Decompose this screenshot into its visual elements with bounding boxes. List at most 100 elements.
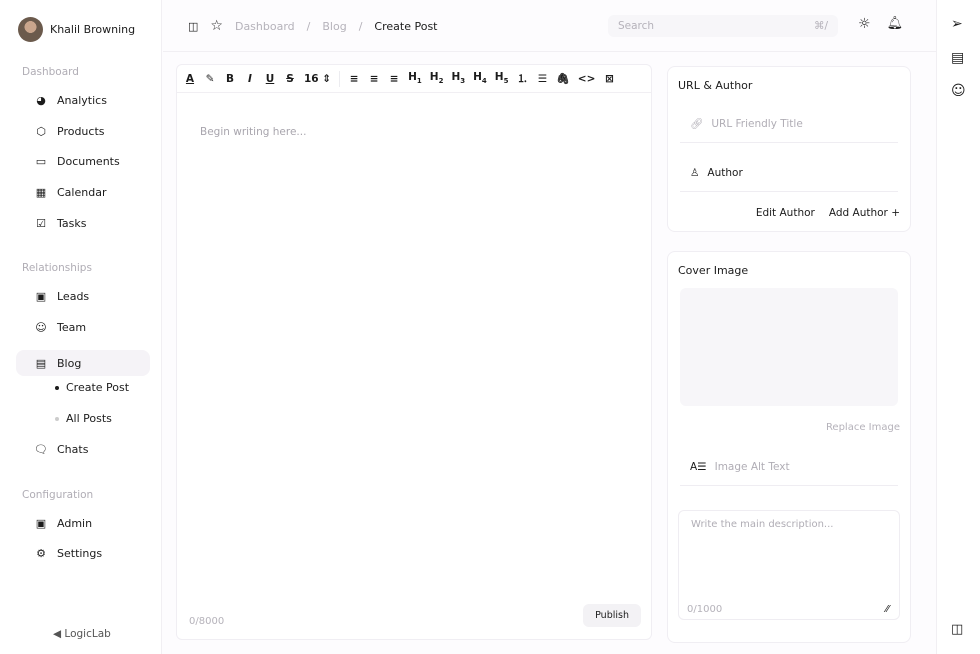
users-icon[interactable]: ☺ <box>951 83 966 99</box>
label: Calendar <box>57 186 106 199</box>
sidebar-subitem-create-post[interactable]: Create Post <box>55 381 129 394</box>
bullet-icon <box>55 386 59 390</box>
sun-icon[interactable]: ☼ <box>858 16 871 32</box>
sidebar-item-team[interactable]: ☺Team <box>34 320 86 334</box>
sidebar-item-analytics[interactable]: ◕Analytics <box>34 93 107 107</box>
heading-4-icon[interactable]: H4 <box>473 71 487 85</box>
strikethrough-icon[interactable]: S <box>284 73 296 85</box>
description-count: 0/1000 <box>687 604 722 615</box>
sidebar-item-calendar[interactable]: ▦ Calendar <box>34 185 106 199</box>
underline-icon[interactable]: U <box>264 73 276 85</box>
calendar-icon: ▦ <box>34 185 48 199</box>
editor-body[interactable]: Begin writing here... <box>200 126 306 138</box>
sidebar-item-leads[interactable]: ▣ Leads <box>34 289 89 303</box>
section-relationships: Relationships <box>22 262 92 274</box>
heading-5-icon[interactable]: H5 <box>495 71 509 85</box>
sidebar-item-chats[interactable]: 🗨 Chats <box>34 442 88 456</box>
user-profile[interactable]: Khalil Browning <box>18 17 135 42</box>
sidebar-item-products[interactable]: ⬡Products <box>34 124 105 138</box>
breadcrumb-blog[interactable]: Blog <box>322 20 346 33</box>
breadcrumb-dashboard[interactable]: Dashboard <box>235 20 295 33</box>
divider <box>339 71 340 87</box>
id-card-icon: ▣ <box>34 516 48 530</box>
sidebar-toggle-icon[interactable]: ◫ <box>188 20 198 33</box>
publish-button[interactable]: Publish <box>583 604 641 627</box>
send-icon[interactable]: ➢ <box>951 16 963 32</box>
label: Chats <box>57 443 88 456</box>
right-rail: ➢ ▤ ☺ ◫ <box>936 0 980 654</box>
brand-logo[interactable]: ◀ LogicLab <box>53 628 111 640</box>
editor-toolbar: A ✎ B I U S 16 ⇕ ≡ ≡ ≡ H1 H2 H3 H4 H5 ⒈ … <box>177 65 651 93</box>
card-title: Cover Image <box>678 264 748 277</box>
font-size-value: 16 <box>304 73 319 85</box>
label: Admin <box>57 517 92 530</box>
breadcrumb-current: Create Post <box>374 20 437 33</box>
font-size-select[interactable]: 16 ⇕ <box>304 73 331 85</box>
sidebar-subitem-all-posts[interactable]: All Posts <box>55 412 112 425</box>
section-configuration: Configuration <box>22 489 93 501</box>
heading-1-icon[interactable]: H1 <box>408 71 422 85</box>
label: Leads <box>57 290 89 303</box>
chat-icon: 🗨 <box>34 442 48 456</box>
folder-icon: ▭ <box>34 154 48 168</box>
description-placeholder: Write the main description... <box>691 519 833 530</box>
sidebar-item-settings[interactable]: ⚙Settings <box>34 546 102 560</box>
star-icon[interactable]: ☆ <box>210 18 223 34</box>
align-center-icon[interactable]: ≡ <box>368 73 380 85</box>
id-badge-icon: ▣ <box>34 289 48 303</box>
image-icon[interactable]: ⊠ <box>603 73 615 85</box>
label: Create Post <box>66 381 129 394</box>
clipboard-icon: ☑ <box>34 216 48 230</box>
label: Analytics <box>57 94 107 107</box>
add-author-button[interactable]: Add Author + <box>829 207 900 219</box>
sidebar-item-tasks[interactable]: ☑ Tasks <box>34 216 86 230</box>
resize-handle-icon[interactable]: ⁄⁄ <box>886 604 889 615</box>
gear-icon: ⚙ <box>34 546 48 560</box>
heading-2-icon[interactable]: H2 <box>430 71 444 85</box>
newspaper-icon: ▤ <box>34 356 48 370</box>
heading-3-icon[interactable]: H3 <box>451 71 465 85</box>
breadcrumb: ◫ ☆ Dashboard / Blog / Create Post <box>188 18 437 34</box>
search-input[interactable]: Search⌘/ <box>608 15 838 37</box>
text-icon: A☰ <box>690 461 707 473</box>
text-color-icon[interactable]: A <box>184 73 196 85</box>
italic-icon[interactable]: I <box>244 73 256 85</box>
sidebar-item-admin[interactable]: ▣ Admin <box>34 516 92 530</box>
bold-icon[interactable]: B <box>224 73 236 85</box>
cover-image-card: Cover Image Replace Image A☰ Image Alt Te… <box>667 251 911 643</box>
align-right-icon[interactable]: ≡ <box>388 73 400 85</box>
code-icon[interactable]: <> <box>578 73 596 85</box>
ordered-list-icon[interactable]: ⒈ <box>516 71 528 86</box>
alt-placeholder: Image Alt Text <box>715 461 790 473</box>
label: Tasks <box>57 217 86 230</box>
url-author-card: URL & Author 🔗︎URL Friendly Title ♙Autho… <box>667 66 911 232</box>
alt-text-input[interactable]: A☰ Image Alt Text <box>680 448 898 486</box>
top-bar: ◫ ☆ Dashboard / Blog / Create Post Searc… <box>163 0 936 52</box>
highlight-icon[interactable]: ✎ <box>204 73 216 85</box>
description-textarea[interactable]: Write the main description... 0/1000 ⁄⁄ <box>678 510 900 620</box>
post-editor: A ✎ B I U S 16 ⇕ ≡ ≡ ≡ H1 H2 H3 H4 H5 ⒈ … <box>176 64 652 640</box>
panel-toggle-icon[interactable]: ◫ <box>951 622 963 637</box>
sidebar-item-documents[interactable]: ▭ Documents <box>34 154 120 168</box>
author-select[interactable]: ♙ Author <box>680 154 898 192</box>
url-input[interactable]: 🔗︎URL Friendly Title <box>680 105 898 143</box>
user-icon: ♙ <box>690 167 699 179</box>
document-icon[interactable]: ▤ <box>951 50 964 66</box>
label: All Posts <box>66 412 112 425</box>
character-count: 0/8000 <box>189 616 224 627</box>
attachment-icon[interactable]: 🖇︎ <box>556 72 569 85</box>
url-placeholder: URL Friendly Title <box>711 118 802 130</box>
cover-image-dropzone[interactable] <box>680 288 898 406</box>
bell-icon[interactable]: 🔔︎ <box>887 16 904 32</box>
search-shortcut: ⌘/ <box>814 20 828 32</box>
align-left-icon[interactable]: ≡ <box>348 73 360 85</box>
breadcrumb-separator: / <box>307 20 311 33</box>
edit-author-button[interactable]: Edit Author <box>756 207 815 219</box>
replace-image-button[interactable]: Replace Image <box>826 422 900 433</box>
section-dashboard: Dashboard <box>22 66 79 78</box>
sidebar-item-blog[interactable]: ▤Blog <box>16 350 150 376</box>
label: Team <box>57 321 86 334</box>
bullet-list-icon[interactable]: ☰ <box>536 73 548 85</box>
label: Documents <box>57 155 120 168</box>
author-label: Author <box>707 167 742 179</box>
